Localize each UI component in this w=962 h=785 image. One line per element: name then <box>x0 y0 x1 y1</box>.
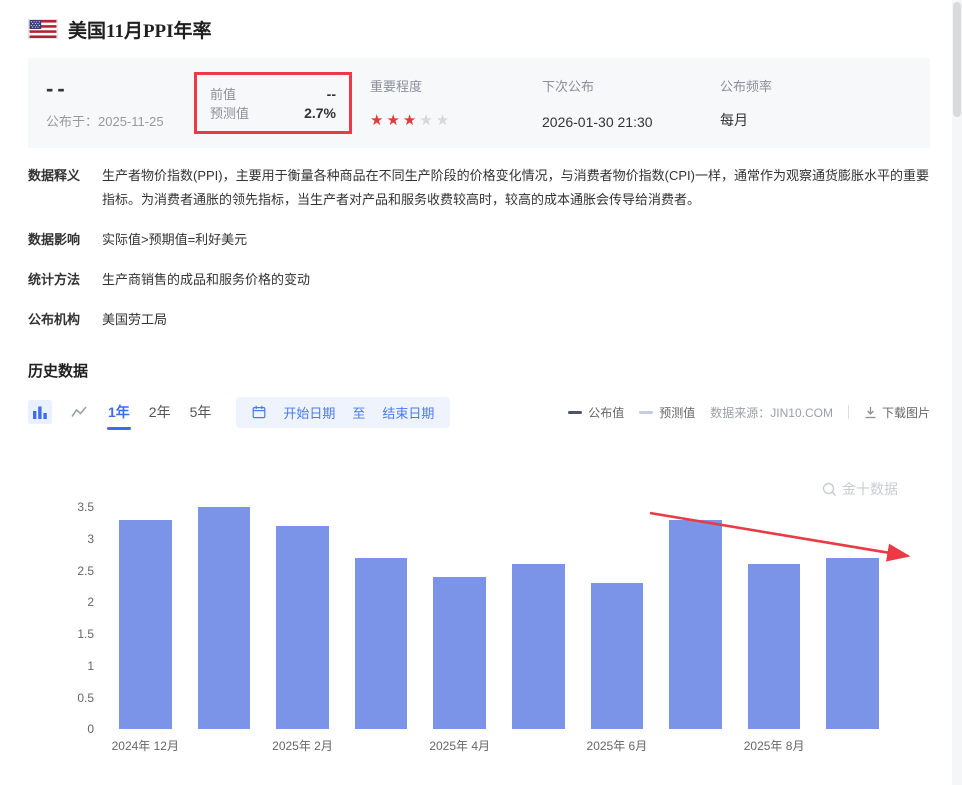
y-tick-label: 1.5 <box>77 627 94 641</box>
start-date-button[interactable]: 开始日期 <box>283 403 335 422</box>
legend-published-swatch <box>568 411 582 414</box>
download-image-label: 下载图片 <box>882 404 930 421</box>
legend-forecast-swatch <box>639 411 653 414</box>
next-release-panel: 下次公布 2026-01-30 21:30 <box>542 72 720 134</box>
y-tick-label: 3.5 <box>77 500 94 514</box>
detail-row-definition: 数据释义 生产者物价指数(PPI)，主要用于衡量各种商品在不同生产阶段的价格变化… <box>28 164 930 212</box>
y-tick-label: 0 <box>87 722 94 736</box>
legend-forecast[interactable]: 预测值 <box>639 404 695 421</box>
detail-row-method: 统计方法 生产商销售的成品和服务价格的变动 <box>28 268 930 292</box>
indicator-summary-bar: -- 公布于：2025-11-25 前值 -- 预测值 2.7% 重要程度 ★★… <box>28 58 930 148</box>
jin10-logo-icon <box>822 482 837 497</box>
y-tick-label: 2.5 <box>77 564 94 578</box>
toolbar-divider <box>848 405 849 419</box>
history-section-title: 历史数据 <box>28 360 930 381</box>
star-icon: ★ <box>386 112 399 129</box>
download-icon <box>864 406 877 419</box>
frequency-value: 每月 <box>720 110 912 130</box>
legend-forecast-label: 预测值 <box>659 404 695 421</box>
previous-row: 前值 -- <box>210 84 336 103</box>
actual-value: -- <box>46 76 194 102</box>
star-icon: ★ <box>370 112 383 129</box>
x-tick-label: 2025年 6月 <box>587 737 648 754</box>
detail-label: 公布机构 <box>28 308 102 332</box>
detail-text: 美国劳工局 <box>102 308 167 332</box>
watermark: 金十数据 <box>822 479 898 499</box>
star-icon: ★ <box>419 112 432 129</box>
scrollbar-track[interactable] <box>952 0 962 785</box>
legend-published[interactable]: 公布值 <box>568 404 624 421</box>
bar[interactable] <box>198 507 251 729</box>
frequency-label: 公布频率 <box>720 76 912 95</box>
calendar-icon <box>252 405 266 419</box>
x-tick-label: 2025年 8月 <box>744 737 805 754</box>
star-icon: ★ <box>436 112 449 129</box>
us-flag-icon <box>28 19 58 39</box>
plot-area <box>106 507 892 729</box>
published-label: 公布于： <box>46 114 98 129</box>
next-release-label: 下次公布 <box>542 76 720 95</box>
detail-text: 实际值>预期值=利好美元 <box>102 228 247 252</box>
page: 美国11月PPI年率 -- 公布于：2025-11-25 前值 -- 预测值 2… <box>0 0 962 759</box>
y-tick-label: 1 <box>87 659 94 673</box>
published-date: 2025-11-25 <box>98 114 164 129</box>
chart-toolbar: 1年 2年 5年 开始日期 至 结束日期 公布值 预测值 数据来源：JIN10.… <box>28 397 930 427</box>
range-tab-1y[interactable]: 1年 <box>106 398 132 426</box>
x-tick-label: 2025年 2月 <box>272 737 333 754</box>
date-range-filter[interactable]: 开始日期 至 结束日期 <box>236 397 450 428</box>
watermark-text: 金十数据 <box>842 479 898 499</box>
detail-label: 数据影响 <box>28 228 102 252</box>
detail-row-agency: 公布机构 美国劳工局 <box>28 308 930 332</box>
bar[interactable] <box>119 520 172 729</box>
detail-text: 生产者物价指数(PPI)，主要用于衡量各种商品在不同生产阶段的价格变化情况，与消… <box>102 164 930 212</box>
page-header: 美国11月PPI年率 <box>28 12 930 46</box>
data-source-text: 数据来源：JIN10.COM <box>710 404 833 421</box>
forecast-label: 预测值 <box>210 103 249 122</box>
frequency-panel: 公布频率 每月 <box>720 72 912 134</box>
range-tab-5y[interactable]: 5年 <box>188 398 214 426</box>
y-tick-label: 2 <box>87 595 94 609</box>
end-date-button[interactable]: 结束日期 <box>382 403 434 422</box>
detail-row-impact: 数据影响 实际值>预期值=利好美元 <box>28 228 930 252</box>
page-title: 美国11月PPI年率 <box>68 16 212 43</box>
bar[interactable] <box>826 558 879 729</box>
y-axis: 3.532.521.510.50 <box>56 507 94 729</box>
bar[interactable] <box>433 577 486 729</box>
bar[interactable] <box>669 520 722 729</box>
date-to-label: 至 <box>352 403 365 422</box>
indicator-details: 数据释义 生产者物价指数(PPI)，主要用于衡量各种商品在不同生产阶段的价格变化… <box>28 164 930 332</box>
importance-label: 重要程度 <box>370 76 542 95</box>
prev-forecast-panel: 前值 -- 预测值 2.7% <box>194 72 352 134</box>
bar[interactable] <box>748 564 801 729</box>
next-release-value: 2026-01-30 21:30 <box>542 114 720 130</box>
line-chart-view-button[interactable] <box>67 400 91 424</box>
y-tick-label: 3 <box>87 532 94 546</box>
importance-stars: ★★★★★ <box>370 111 542 130</box>
detail-label: 统计方法 <box>28 268 102 292</box>
published-at: 公布于：2025-11-25 <box>46 111 194 130</box>
star-icon: ★ <box>403 112 416 129</box>
importance-panel: 重要程度 ★★★★★ <box>370 72 542 134</box>
detail-text: 生产商销售的成品和服务价格的变动 <box>102 268 310 292</box>
range-tab-2y[interactable]: 2年 <box>147 398 173 426</box>
forecast-value: 2.7% <box>304 105 336 121</box>
legend-published-label: 公布值 <box>588 404 624 421</box>
previous-value: -- <box>327 86 336 102</box>
actual-value-panel: -- 公布于：2025-11-25 <box>46 72 194 134</box>
bar[interactable] <box>512 564 565 729</box>
x-axis: 2024年 12月 2025年 2月 2025年 4月 2025年 6月 2025年 8… <box>106 737 892 755</box>
previous-label: 前值 <box>210 84 236 103</box>
download-image-button[interactable]: 下载图片 <box>864 404 930 421</box>
detail-label: 数据释义 <box>28 164 102 212</box>
bar-chart-view-button[interactable] <box>28 400 52 424</box>
x-tick-label: 2025年 4月 <box>429 737 490 754</box>
y-tick-label: 0.5 <box>77 691 94 705</box>
history-bar-chart: 金十数据 3.532.521.510.50 2024年 12月2025年 2月2… <box>56 449 900 759</box>
bar[interactable] <box>591 583 644 729</box>
bar[interactable] <box>355 558 408 729</box>
forecast-row: 预测值 2.7% <box>210 103 336 122</box>
scrollbar-thumb[interactable] <box>953 2 961 117</box>
x-tick-label: 2024年 12月 <box>112 737 179 754</box>
bar[interactable] <box>276 526 329 729</box>
